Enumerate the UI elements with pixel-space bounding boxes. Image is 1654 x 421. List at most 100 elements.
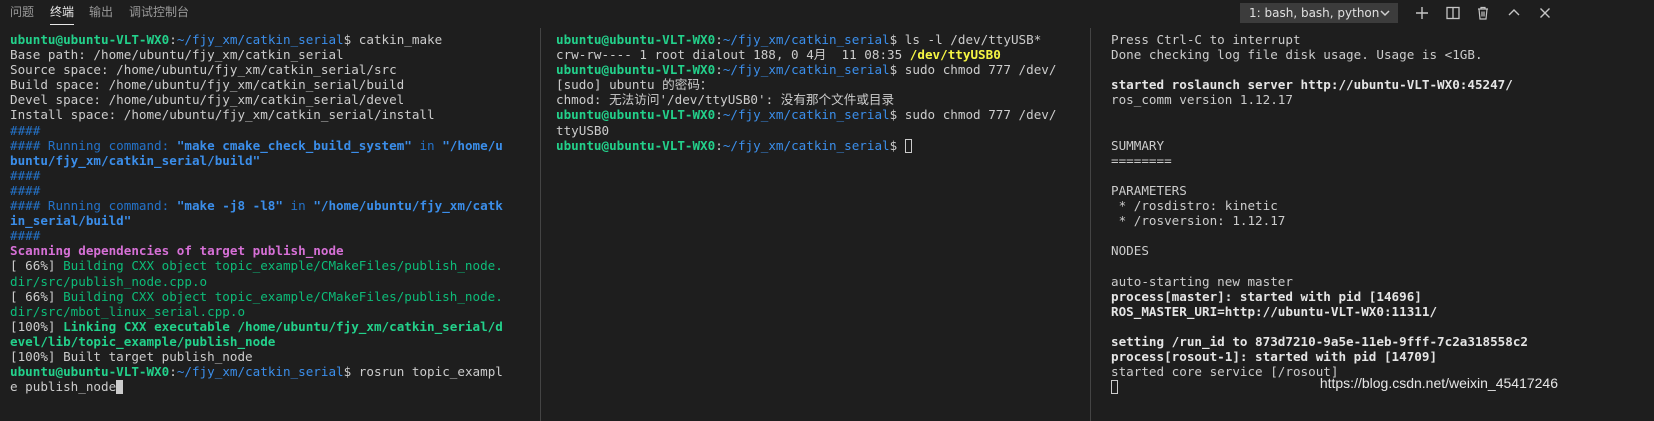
terminal-text: "/home/u — [442, 137, 503, 153]
plus-icon[interactable] — [1413, 4, 1431, 22]
terminal-line: [ 66%] Building CXX object topic_example… — [10, 258, 538, 273]
terminal-text: Done checking log file disk usage. Usage… — [1111, 47, 1483, 63]
terminal-text: Source space: /home/ubuntu/fjy_xm/catkin… — [10, 62, 397, 78]
terminal-pane-2[interactable]: ubuntu@ubuntu-VLT-WX0:~/fjy_xm/catkin_se… — [546, 28, 1088, 421]
terminal-text: Building CXX object topic_example/CMakeF… — [63, 288, 503, 304]
terminal-line: ubuntu@ubuntu-VLT-WX0:~/fjy_xm/catkin_se… — [10, 32, 538, 47]
terminal-text: process[rosout-1]: started with pid [147… — [1111, 348, 1438, 364]
terminal-text: ubuntu@ubuntu-VLT-WX0 — [556, 62, 716, 78]
terminal-text: Devel space: /home/ubuntu/fjy_xm/catkin_… — [10, 92, 405, 108]
terminal-line: PARAMETERS — [1111, 183, 1654, 198]
terminal-text: "make cmake_check_build_system" — [176, 137, 412, 153]
terminal-text: in_serial/build" — [10, 213, 132, 229]
terminal-line: #### — [10, 168, 538, 183]
terminal-line: ros_comm version 1.12.17 — [1111, 92, 1654, 107]
terminal-line: ubuntu@ubuntu-VLT-WX0:~/fjy_xm/catkin_se… — [556, 107, 1088, 122]
terminal-text: ======== — [1111, 152, 1172, 168]
terminal-text: [100%] — [10, 318, 64, 334]
terminal-line: crw-rw---- 1 root dialout 188, 0 4月 11 0… — [556, 47, 1088, 62]
terminal-pane-1[interactable]: ubuntu@ubuntu-VLT-WX0:~/fjy_xm/catkin_se… — [0, 28, 538, 421]
terminal-line: Build space: /home/ubuntu/fjy_xm/catkin_… — [10, 77, 538, 92]
tab-output[interactable]: 输出 — [89, 0, 113, 26]
terminal-text: #### Running command: — [10, 198, 177, 214]
split-icon[interactable] — [1444, 4, 1462, 22]
terminal-line: ubuntu@ubuntu-VLT-WX0:~/fjy_xm/catkin_se… — [10, 364, 538, 379]
terminal-line: #### — [10, 123, 538, 138]
terminal-text: process[master]: started with pid [14696… — [1111, 288, 1422, 304]
terminal-line: setting /run_id to 873d7210-9a5e-11eb-9f… — [1111, 334, 1654, 349]
terminal-line: ======== — [1111, 153, 1654, 168]
terminal-line: evel/lib/topic_example/publish_node — [10, 334, 538, 349]
terminal-line: #### Running command: "make cmake_check_… — [10, 138, 538, 153]
terminal-select[interactable]: 1: bash, bash, python — [1240, 3, 1398, 23]
terminal-text: ~/fjy_xm/catkin_serial — [722, 107, 890, 123]
terminal-text: Install space: /home/ubuntu/fjy_xm/catki… — [10, 107, 435, 123]
terminal-text: [sudo] ubuntu 的密码： — [556, 77, 713, 93]
terminal-text: started roslaunch server http://ubuntu-V… — [1111, 77, 1513, 93]
terminal-text: in — [282, 198, 314, 214]
tab-problems[interactable]: 问题 — [10, 0, 34, 26]
terminal-text: ~/fjy_xm/catkin_serial — [176, 364, 344, 380]
terminal-line: Devel space: /home/ubuntu/fjy_xm/catkin_… — [10, 92, 538, 107]
terminal-select-value: 1: bash, bash, python — [1249, 6, 1380, 20]
terminal-text: : — [169, 32, 177, 47]
terminal-line: SUMMARY — [1111, 138, 1654, 153]
terminal-line: dir/src/publish_node.cpp.o — [10, 274, 538, 289]
terminal-text: Building CXX object topic_example/CMakeF… — [63, 258, 503, 274]
terminal-line: started roslaunch server http://ubuntu-V… — [1111, 77, 1654, 92]
terminal-line: ttyUSB0 — [556, 123, 1088, 138]
terminal-pane-3[interactable]: Press Ctrl-C to interrupt Done checking l… — [1101, 28, 1654, 421]
terminal-cursor — [1111, 380, 1118, 395]
terminal-text: : — [715, 137, 723, 153]
terminal-text: ubuntu@ubuntu-VLT-WX0 — [556, 107, 716, 123]
terminal-cursor — [116, 380, 124, 395]
terminal-text: ubuntu@ubuntu-VLT-WX0 — [556, 137, 716, 153]
close-icon[interactable] — [1536, 4, 1554, 22]
terminal-text: #### — [10, 182, 41, 198]
terminal-line: #### Running command: "make -j8 -l8" in … — [10, 198, 538, 213]
terminal-line: * /rosversion: 1.12.17 — [1111, 213, 1654, 228]
terminal-text: ROS_MASTER_URI=http://ubuntu-VLT-WX0:113… — [1111, 303, 1438, 319]
terminal-text: in — [411, 137, 443, 153]
pane-divider[interactable] — [540, 28, 541, 421]
terminal-text: dir/src/mbot_linux_serial.cpp.o — [10, 303, 246, 319]
terminal-text: crw-rw---- 1 root dialout 188, 0 4月 11 0… — [556, 47, 910, 63]
terminal-line: NODES — [1111, 243, 1654, 258]
terminal-text: auto-starting new master — [1111, 273, 1293, 289]
terminal-text: [100%] Built target publish_node — [10, 348, 253, 364]
terminal-text: "make -j8 -l8" — [176, 198, 283, 214]
tab-debug-console[interactable]: 调试控制台 — [129, 0, 189, 26]
terminal-text: Base path: /home/ubuntu/fjy_xm/catkin_se… — [10, 47, 344, 63]
terminal-line: ubuntu@ubuntu-VLT-WX0:~/fjy_xm/catkin_se… — [556, 138, 1088, 153]
terminal-text: ~/fjy_xm/catkin_serial — [722, 137, 890, 153]
terminal-text: #### — [10, 228, 41, 244]
terminal-text: #### — [10, 122, 41, 138]
tab-terminal[interactable]: 终端 — [50, 0, 75, 26]
trash-icon[interactable] — [1474, 4, 1492, 22]
terminal-text: evel/lib/topic_example/publish_node — [10, 333, 276, 349]
terminal-text: ubuntu@ubuntu-VLT-WX0 — [10, 32, 170, 47]
terminal-line: #### — [10, 183, 538, 198]
terminal-text: Press Ctrl-C to interrupt — [1111, 32, 1301, 47]
terminal-text: [ 66%] — [10, 258, 64, 274]
watermark-url: https://blog.csdn.net/weixin_45417246 — [1319, 375, 1558, 391]
terminal-line: process[rosout-1]: started with pid [147… — [1111, 349, 1654, 364]
terminal-text: ubuntu@ubuntu-VLT-WX0 — [556, 32, 716, 47]
pane-divider[interactable] — [1090, 28, 1091, 421]
terminal-text: : — [715, 107, 723, 123]
terminal-text: NODES — [1111, 243, 1149, 259]
terminal-line: Scanning dependencies of target publish_… — [10, 243, 538, 258]
terminal-line: in_serial/build" — [10, 213, 538, 228]
terminal-text: $ rosrun topic_exampl — [343, 364, 503, 380]
terminal-text: ~/fjy_xm/catkin_serial — [722, 62, 890, 78]
terminal-text: #### — [10, 167, 41, 183]
chevron-up-icon[interactable] — [1505, 4, 1523, 22]
terminal-text: : — [169, 364, 177, 380]
terminal-text: ~/fjy_xm/catkin_serial — [176, 32, 344, 47]
chevron-down-icon — [1379, 4, 1391, 22]
terminal-text: * /rosversion: 1.12.17 — [1111, 213, 1286, 229]
terminal-cursor — [904, 138, 912, 153]
